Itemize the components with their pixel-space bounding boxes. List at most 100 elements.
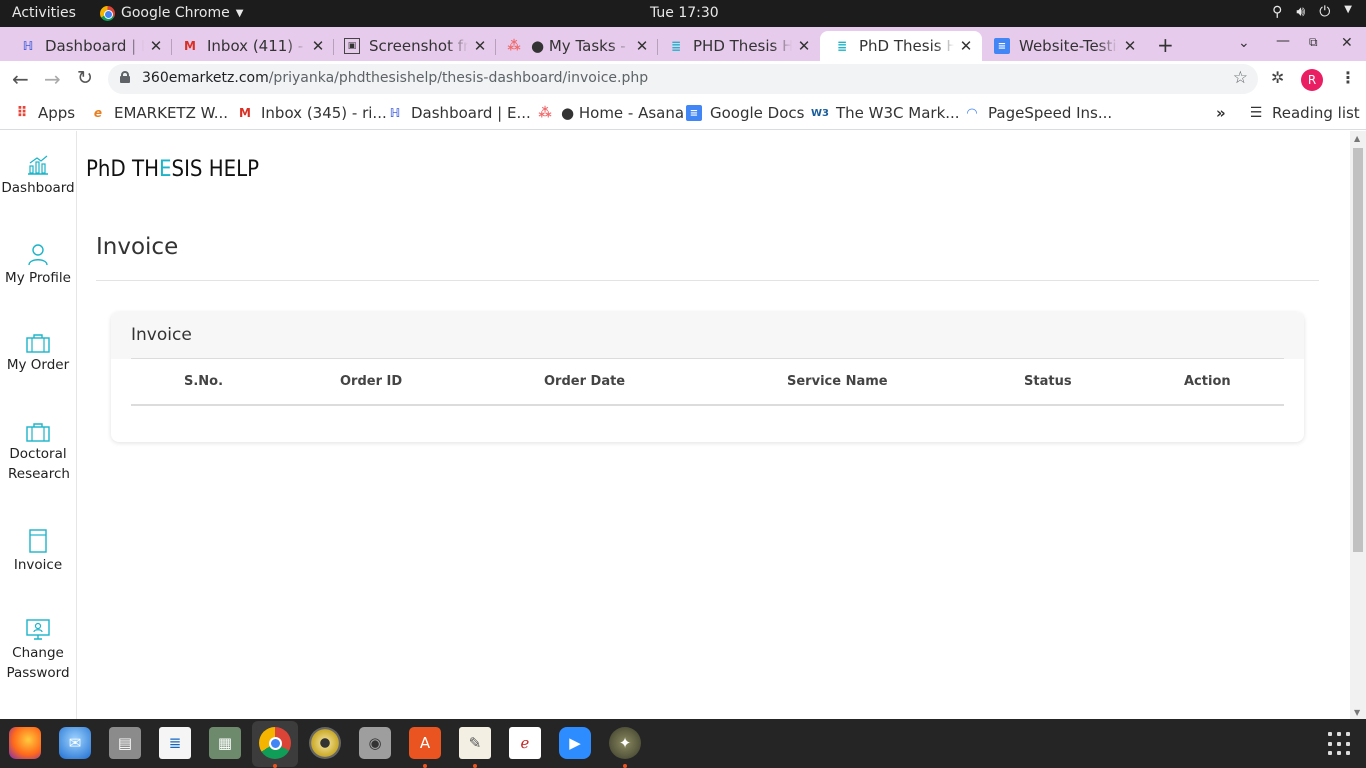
bookmark-label: Dashboard | E... — [411, 104, 531, 122]
forward-arrow-icon[interactable]: → — [44, 67, 61, 91]
column-header-sno[interactable]: S.No. — [184, 374, 223, 389]
phd-thesis-help-logo[interactable]: PhD THESIS HELP — [86, 157, 259, 182]
system-status-area[interactable]: ⚲ 🔊︎ ⏻ ▼ — [1272, 4, 1352, 20]
bookmark-star-icon[interactable]: ☆ — [1233, 68, 1248, 88]
divider — [96, 280, 1319, 281]
hubspot-icon: ℍ — [389, 106, 401, 120]
sidebar-item-dashboard[interactable]: Dashboard — [0, 154, 76, 198]
volume-icon: 🔊︎ — [1296, 4, 1306, 20]
emarketz-icon: e — [93, 106, 103, 120]
activities-button[interactable]: Activities — [12, 5, 76, 21]
restore-icon[interactable]: ⧉ — [1309, 35, 1318, 50]
files-icon[interactable]: ▤ — [109, 727, 141, 759]
column-header-status[interactable]: Status — [1024, 374, 1072, 389]
bookmark-item[interactable]: e EMARKETZ W... — [90, 104, 228, 122]
thunderbird-icon[interactable]: ✉ — [59, 727, 91, 759]
show-applications-icon[interactable] — [1328, 732, 1352, 756]
user-icon — [28, 244, 48, 266]
page-scrollbar[interactable]: ▲ ▼ — [1350, 131, 1366, 719]
writer-icon[interactable]: ≣ — [159, 727, 191, 759]
bookmark-label: PageSpeed Ins... — [988, 104, 1113, 122]
bookmark-item[interactable]: W3 The W3C Mark... — [811, 104, 960, 122]
tab[interactable]: ⁂ ● My Tasks - W ✕ — [500, 31, 650, 61]
sidebar-item-invoice[interactable]: Invoice — [0, 529, 76, 575]
avatar[interactable]: R — [1301, 69, 1323, 91]
new-tab-button[interactable]: + — [1157, 33, 1174, 57]
document-viewer-icon[interactable]: ℯ — [509, 727, 541, 759]
extensions-icon[interactable]: ✲ — [1271, 68, 1284, 87]
column-header-order-id[interactable]: Order ID — [340, 374, 402, 389]
tab[interactable]: M Inbox (411) - ri ✕ — [176, 31, 326, 61]
close-icon[interactable]: ✕ — [472, 37, 488, 55]
close-icon[interactable]: ✕ — [310, 37, 326, 55]
text-editor-icon[interactable]: ✎ — [459, 727, 491, 759]
column-header-service-name[interactable]: Service Name — [787, 374, 888, 389]
bookmark-item[interactable]: ≡ Google Docs — [686, 104, 804, 122]
column-header-order-date[interactable]: Order Date — [544, 374, 625, 389]
tab-search-icon[interactable]: ⌄ — [1238, 35, 1250, 51]
lock-icon — [120, 71, 130, 83]
bookmark-label: Inbox (345) - ri... — [261, 104, 387, 122]
column-header-action[interactable]: Action — [1184, 374, 1231, 389]
bookmarks-bar: ⠿ Apps e EMARKETZ W... M Inbox (345) - r… — [0, 98, 1366, 130]
apps-grid-icon: ⠿ — [16, 105, 28, 121]
tab[interactable]: ≡ Website-Testin ✕ — [988, 31, 1138, 61]
chrome-icon[interactable] — [259, 727, 291, 759]
close-icon[interactable]: ✕ — [148, 37, 164, 55]
address-bar[interactable]: 360emarketz.com/priyanka/phdthesishelp/t… — [108, 64, 1258, 94]
sidebar-item-my-order[interactable]: My Order — [0, 333, 76, 375]
tab[interactable]: ≣ PHD Thesis He ✕ — [662, 31, 812, 61]
back-arrow-icon[interactable]: ← — [12, 67, 29, 91]
tab-active[interactable]: ≣ PhD Thesis He ✕ — [820, 31, 982, 61]
close-icon[interactable]: ✕ — [634, 37, 650, 55]
zoom-icon[interactable]: ▶ — [559, 727, 591, 759]
app-menu[interactable]: Google Chrome ▼ — [100, 5, 243, 21]
scrollbar-thumb[interactable] — [1353, 148, 1363, 552]
system-top-bar: Activities Google Chrome ▼ Tue 17:30 ⚲ 🔊… — [0, 0, 1366, 27]
card-title: Invoice — [131, 325, 192, 345]
document-icon — [29, 529, 47, 553]
pagespeed-icon: ◠ — [967, 105, 977, 121]
reading-list-button[interactable]: ☰ Reading list — [1248, 104, 1360, 122]
calculator-icon[interactable]: ▦ — [209, 727, 241, 759]
sidebar: Dashboard My Profile My Order Doctoral R… — [0, 131, 77, 719]
tab[interactable]: ℍ Dashboard | Em ✕ — [14, 31, 164, 61]
tab-title: PhD Thesis He — [859, 37, 954, 55]
bookmark-item[interactable]: ⁂ ● Home - Asana — [537, 104, 684, 122]
reading-list-label: Reading list — [1272, 104, 1360, 122]
reading-list-icon: ☰ — [1249, 105, 1263, 121]
sidebar-item-label: Change Password — [6, 645, 70, 681]
bookmark-apps[interactable]: ⠿ Apps — [14, 104, 76, 122]
close-window-icon[interactable]: ✕ — [1341, 35, 1353, 51]
asana-icon: ⁂ — [507, 38, 521, 54]
close-icon[interactable]: ✕ — [958, 37, 974, 55]
table-header-border — [131, 404, 1284, 406]
firefox-icon[interactable] — [9, 727, 41, 759]
scroll-up-arrow-icon[interactable]: ▲ — [1354, 134, 1360, 143]
sidebar-item-change-password[interactable]: Change Password — [0, 619, 76, 683]
reload-icon[interactable]: ↻ — [77, 67, 93, 89]
gimp-icon[interactable]: ✦ — [609, 727, 641, 759]
software-icon[interactable]: A — [409, 727, 441, 759]
menu-icon[interactable]: ⋮ — [1340, 68, 1356, 87]
more-bookmarks-button[interactable]: » — [1216, 104, 1226, 122]
clock[interactable]: Tue 17:30 — [650, 5, 719, 21]
docs-icon: ≡ — [994, 38, 1010, 54]
minimize-icon[interactable]: — — [1276, 33, 1290, 49]
chrome-icon — [100, 5, 115, 21]
close-icon[interactable]: ✕ — [1122, 37, 1138, 55]
sidebar-item-doctoral-research[interactable]: Doctoral Research — [0, 422, 76, 484]
sidebar-item-my-profile[interactable]: My Profile — [0, 242, 76, 288]
scroll-down-arrow-icon[interactable]: ▼ — [1354, 708, 1360, 717]
camera-icon[interactable]: ◉ — [359, 727, 391, 759]
bookmark-item[interactable]: ℍ Dashboard | E... — [387, 104, 531, 122]
logo-text: SIS HELP — [171, 157, 260, 182]
bookmark-label: Apps — [38, 104, 76, 122]
asana-icon: ⁂ — [538, 105, 552, 121]
bookmark-item[interactable]: ◠ PageSpeed Ins... — [964, 104, 1112, 122]
tab[interactable]: ▣ Screenshot fro ✕ — [338, 31, 488, 61]
close-icon[interactable]: ✕ — [796, 37, 812, 55]
monitor-lock-icon — [26, 619, 50, 640]
bookmark-item[interactable]: M Inbox (345) - ri... — [237, 104, 387, 122]
rhythmbox-icon[interactable] — [309, 727, 341, 759]
